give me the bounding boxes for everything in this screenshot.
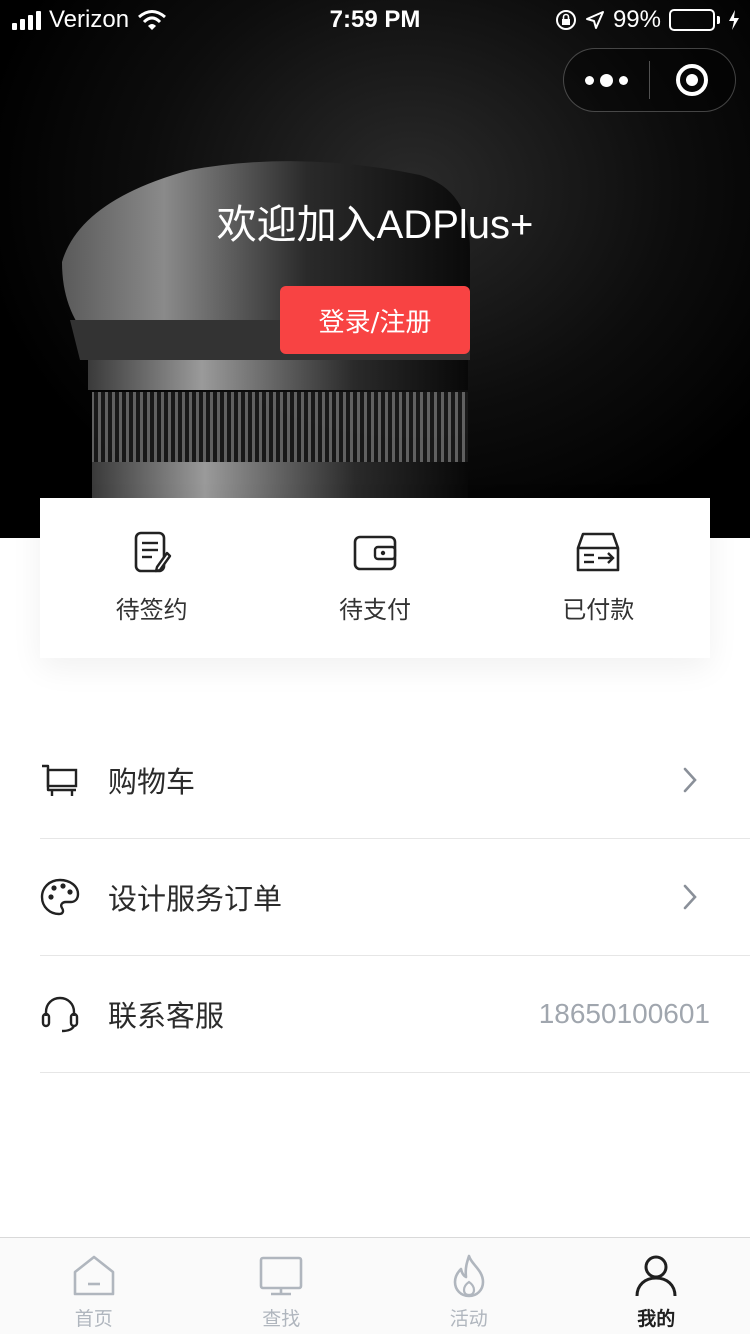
chevron-right-icon [683,767,697,793]
menu-item-cart[interactable]: 购物车 [40,722,750,839]
chevron-right-icon [683,884,697,910]
order-pending-payment[interactable]: 待支付 [263,498,486,658]
login-register-button[interactable]: 登录/注册 [280,286,470,354]
home-icon [73,1255,115,1296]
tab-activity[interactable]: 活动 [375,1238,563,1334]
close-mini-program-button[interactable] [650,48,735,112]
wallet-icon [353,535,397,571]
palette-icon [40,878,80,916]
welcome-title: 欢迎加入ADPlus+ [216,203,534,247]
mini-program-capsule [563,48,736,112]
tab-mine[interactable]: 我的 [563,1238,750,1334]
monitor-icon [259,1256,303,1296]
tab-mine-label: 我的 [637,1308,676,1330]
profile-menu: 购物车 设计服务订单 联系客服 18650100601 [40,722,750,1073]
battery-percent: 99% [612,6,661,33]
menu-item-design-orders[interactable]: 设计服务订单 [40,839,750,956]
contract-pen-icon [134,531,171,573]
order-pending-sign-label: 待签约 [115,596,188,624]
tab-search-label: 查找 [262,1308,301,1330]
tab-search[interactable]: 查找 [188,1238,376,1334]
support-phone-number[interactable]: 18650100601 [539,998,710,1030]
hero-banner: Verizon 7:59 PM 99% 欢迎加入ADPlus+ 登录/注册 [0,0,750,538]
charging-bolt-icon [729,10,739,30]
status-bar: Verizon 7:59 PM 99% [0,0,750,40]
battery-icon [669,9,720,31]
bottom-tab-bar: 首页 查找 活动 我的 [0,1237,750,1334]
target-close-icon [676,64,709,96]
tab-home-label: 首页 [74,1308,113,1330]
cart-icon [42,764,78,796]
order-paid-label: 已付款 [562,596,635,624]
order-paid[interactable]: 已付款 [487,498,710,658]
user-icon [635,1255,677,1297]
paid-box-icon [577,532,620,572]
order-status-card: 待签约 待支付 已付款 [40,498,710,658]
menu-item-design-orders-label: 设计服务订单 [108,882,283,916]
order-pending-payment-label: 待支付 [338,596,411,624]
tab-activity-label: 活动 [449,1308,488,1330]
order-pending-sign[interactable]: 待签约 [40,498,263,658]
location-icon [585,11,604,29]
more-options-button[interactable] [564,48,649,112]
menu-item-contact-support-label: 联系客服 [108,999,225,1033]
orientation-lock-icon [555,10,576,30]
headset-icon [41,996,79,1033]
tab-home[interactable]: 首页 [0,1238,188,1334]
menu-item-contact-support[interactable]: 联系客服 18650100601 [40,956,750,1073]
flame-icon [453,1254,485,1298]
menu-item-cart-label: 购物车 [108,765,196,799]
